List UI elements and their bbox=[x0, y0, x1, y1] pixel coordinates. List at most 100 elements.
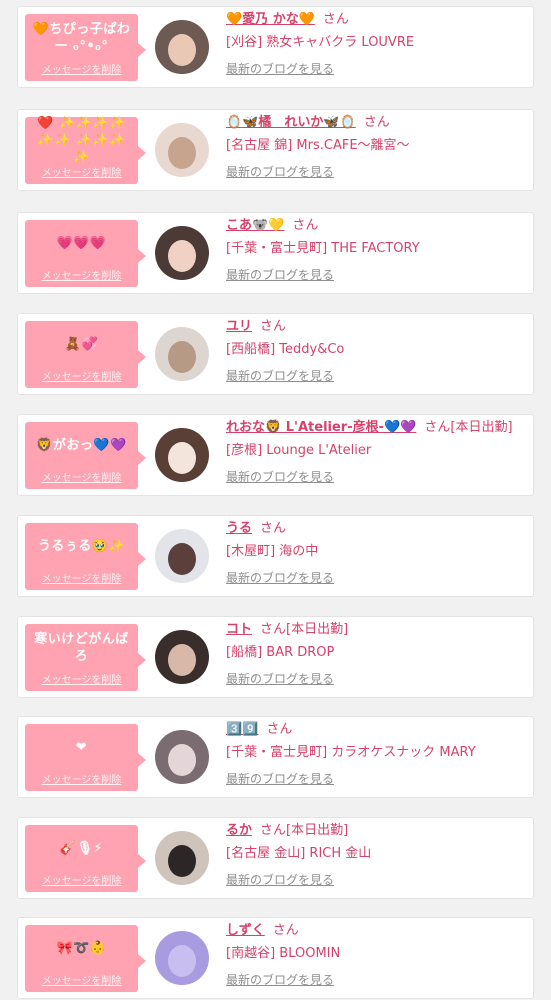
avatar-face bbox=[168, 845, 196, 877]
delete-message-link[interactable]: メッセージを削除 bbox=[25, 872, 138, 887]
latest-blog-link[interactable]: 最新のブログを見る bbox=[226, 972, 334, 988]
shop-name: [船橋] BAR DROP bbox=[226, 645, 335, 660]
shop-name: [木屋町] 海の中 bbox=[226, 544, 319, 559]
user-name-link[interactable]: コト bbox=[226, 622, 252, 637]
message-bubble: うるぅる🥹✨ メッセージを削除 bbox=[25, 523, 146, 590]
user-name-link[interactable]: 3️⃣9️⃣ bbox=[226, 722, 258, 737]
honorific: さん bbox=[260, 823, 287, 838]
message-text: 寒いけどがんばろ bbox=[34, 631, 129, 664]
user-name-link[interactable]: ユリ bbox=[226, 319, 252, 334]
honorific: さん bbox=[260, 319, 287, 334]
delete-message-link[interactable]: メッセージを削除 bbox=[25, 771, 138, 786]
message-text: 🦁がおっ💙💜 bbox=[36, 438, 127, 453]
avatar-face bbox=[168, 543, 196, 575]
shop-name: [千葉・富士見町] THE FACTORY bbox=[226, 241, 420, 256]
avatar-face bbox=[168, 240, 196, 272]
message-bubble: 🎸🎙⚡ メッセージを削除 bbox=[25, 825, 146, 892]
latest-blog-link[interactable]: 最新のブログを見る bbox=[226, 61, 334, 77]
message-bubble: ❤ メッセージを削除 bbox=[25, 724, 146, 791]
message-text: ❤️ ✨✨✨✨✨✨ ✨✨✨✨ bbox=[37, 116, 126, 165]
honorific: さん bbox=[272, 923, 299, 938]
delete-message-link[interactable]: メッセージを削除 bbox=[25, 164, 138, 179]
message-bubble: 🦁がおっ💙💜 メッセージを削除 bbox=[25, 422, 146, 489]
honorific: さん bbox=[424, 420, 451, 435]
list-item: 🧡ちぴっ子ぱわー ₀°•₀° メッセージを削除 🧡愛乃 かな🧡 さん [刈谷] 熟… bbox=[17, 6, 534, 88]
user-name-link[interactable]: しずく bbox=[226, 923, 265, 938]
avatar[interactable] bbox=[155, 831, 209, 885]
message-bubble: 寒いけどがんばろ メッセージを削除 bbox=[25, 624, 146, 691]
delete-message-link[interactable]: メッセージを削除 bbox=[25, 671, 138, 686]
avatar-face bbox=[168, 744, 196, 776]
shop-name: [西船橋] Teddy&Co bbox=[226, 342, 345, 357]
avatar-face bbox=[168, 945, 196, 977]
message-bubble: ❤️ ✨✨✨✨✨✨ ✨✨✨✨ メッセージを削除 bbox=[25, 116, 146, 184]
avatar-face bbox=[168, 34, 196, 66]
message-text: 🎸🎙⚡ bbox=[59, 841, 104, 856]
honorific: さん bbox=[260, 521, 287, 536]
list-item: 🧸💞 メッセージを削除 ユリ さん [西船橋] Teddy&Co 最新のブログを見… bbox=[17, 313, 534, 395]
latest-blog-link[interactable]: 最新のブログを見る bbox=[226, 164, 334, 180]
avatar[interactable] bbox=[155, 529, 209, 583]
status-badge: [本日出勤] bbox=[286, 622, 349, 637]
avatar-face bbox=[168, 137, 196, 169]
user-name-link[interactable]: れおな🦁 L'Atelier-彦根-💙💜 bbox=[226, 420, 416, 435]
message-text: 🧸💞 bbox=[64, 337, 99, 352]
status-badge: [本日出勤] bbox=[450, 420, 513, 435]
list-item: 寒いけどがんばろ メッセージを削除 コト さん[本日出勤] [船橋] BAR DR… bbox=[17, 616, 534, 698]
honorific: さん bbox=[266, 722, 293, 737]
avatar-face bbox=[168, 442, 196, 474]
delete-message-link[interactable]: メッセージを削除 bbox=[25, 469, 138, 484]
list-item: 🎸🎙⚡ メッセージを削除 るか さん[本日出勤] [名古屋 金山] RICH 金山… bbox=[17, 817, 534, 899]
avatar[interactable] bbox=[155, 226, 209, 280]
user-name-link[interactable]: 🧡愛乃 かな🧡 bbox=[226, 12, 315, 27]
user-name-link[interactable]: こあ🐨💛 bbox=[226, 218, 284, 233]
message-bubble: 🧡ちぴっ子ぱわー ₀°•₀° メッセージを削除 bbox=[25, 14, 146, 81]
honorific: さん bbox=[292, 218, 319, 233]
shop-name: [名古屋 錦] Mrs.CAFE〜離宮〜 bbox=[226, 138, 410, 153]
shop-name: [千葉・富士見町] カラオケスナック MARY bbox=[226, 745, 476, 760]
message-text: ❤ bbox=[75, 740, 88, 755]
honorific: さん bbox=[322, 12, 349, 27]
avatar[interactable] bbox=[155, 123, 209, 177]
user-name-link[interactable]: 🪞🦋橘 れいか🦋🪞 bbox=[226, 115, 356, 130]
shop-name: [名古屋 金山] RICH 金山 bbox=[226, 846, 372, 861]
delete-message-link[interactable]: メッセージを削除 bbox=[25, 570, 138, 585]
message-text: 🎀➰👶 bbox=[56, 941, 107, 956]
user-name-link[interactable]: るか bbox=[226, 823, 252, 838]
user-name-link[interactable]: うる bbox=[226, 521, 252, 536]
delete-message-link[interactable]: メッセージを削除 bbox=[25, 368, 138, 383]
message-text: うるぅる🥹✨ bbox=[37, 539, 126, 554]
latest-blog-link[interactable]: 最新のブログを見る bbox=[226, 267, 334, 283]
latest-blog-link[interactable]: 最新のブログを見る bbox=[226, 469, 334, 485]
shop-name: [南越谷] BLOOMIN bbox=[226, 946, 341, 961]
latest-blog-link[interactable]: 最新のブログを見る bbox=[226, 368, 334, 384]
avatar[interactable] bbox=[155, 327, 209, 381]
avatar[interactable] bbox=[155, 428, 209, 482]
list-item: 🦁がおっ💙💜 メッセージを削除 れおな🦁 L'Atelier-彦根-💙💜 さん[本… bbox=[17, 414, 534, 496]
status-badge: [本日出勤] bbox=[286, 823, 349, 838]
latest-blog-link[interactable]: 最新のブログを見る bbox=[226, 570, 334, 586]
avatar[interactable] bbox=[155, 931, 209, 985]
honorific: さん bbox=[260, 622, 287, 637]
list-item: うるぅる🥹✨ メッセージを削除 うる さん [木屋町] 海の中 最新のブログを見る bbox=[17, 515, 534, 597]
list-item: 🎀➰👶 メッセージを削除 しずく さん [南越谷] BLOOMIN 最新のブログを… bbox=[17, 917, 534, 999]
delete-message-link[interactable]: メッセージを削除 bbox=[25, 972, 138, 987]
shop-name: [刈谷] 熟女キャバクラ LOUVRE bbox=[226, 35, 415, 50]
latest-blog-link[interactable]: 最新のブログを見る bbox=[226, 771, 334, 787]
message-text: 🧡ちぴっ子ぱわー ₀°•₀° bbox=[32, 21, 131, 54]
latest-blog-link[interactable]: 最新のブログを見る bbox=[226, 671, 334, 687]
avatar[interactable] bbox=[155, 20, 209, 74]
delete-message-link[interactable]: メッセージを削除 bbox=[25, 267, 138, 282]
message-bubble: 🧸💞 メッセージを削除 bbox=[25, 321, 146, 388]
avatar[interactable] bbox=[155, 730, 209, 784]
shop-name: [彦根] Lounge L'Atelier bbox=[226, 443, 372, 458]
list-item: ❤️ ✨✨✨✨✨✨ ✨✨✨✨ メッセージを削除 🪞🦋橘 れいか🦋🪞 さん [名古屋… bbox=[17, 109, 534, 191]
latest-blog-link[interactable]: 最新のブログを見る bbox=[226, 872, 334, 888]
message-bubble: 🎀➰👶 メッセージを削除 bbox=[25, 925, 146, 992]
honorific: さん bbox=[363, 115, 390, 130]
avatar-face bbox=[168, 341, 196, 373]
delete-message-link[interactable]: メッセージを削除 bbox=[25, 61, 138, 76]
avatar[interactable] bbox=[155, 630, 209, 684]
message-text: 💗💗💗 bbox=[56, 236, 107, 251]
list-item: ❤ メッセージを削除 3️⃣9️⃣ さん [千葉・富士見町] カラオケスナック M… bbox=[17, 716, 534, 798]
